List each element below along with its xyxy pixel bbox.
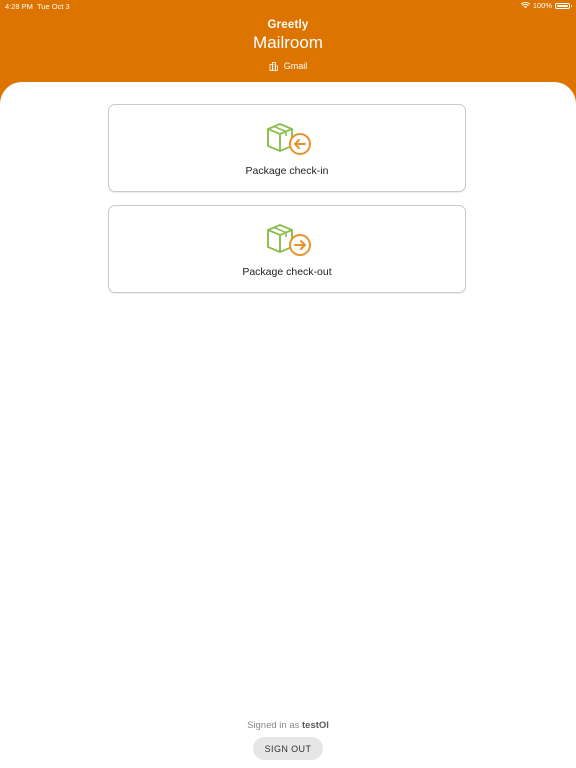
signed-in-username: testOl	[302, 720, 329, 731]
signed-in-status: Signed in as testOl	[0, 720, 576, 731]
account-location: Gmail	[0, 61, 576, 71]
signed-in-prefix: Signed in as	[247, 720, 300, 731]
status-date: Tue Oct 3	[37, 2, 70, 11]
main-content: Package check-in Package check-out	[0, 82, 576, 768]
battery-level	[557, 4, 568, 7]
package-check-in-label: Package check-in	[245, 165, 329, 177]
status-time: 4:28 PM	[5, 2, 33, 11]
package-check-in-card[interactable]: Package check-in	[108, 104, 466, 192]
status-bar: 4:28 PM Tue Oct 3 100%	[0, 0, 576, 12]
wifi-icon	[520, 2, 530, 9]
building-icon	[269, 61, 278, 71]
page-title: Mailroom	[253, 33, 323, 52]
battery-percent: 100%	[532, 1, 552, 10]
battery-icon	[555, 2, 572, 9]
status-right: 100%	[520, 1, 572, 10]
package-check-out-icon	[267, 224, 311, 256]
brand-logo: Greetly	[267, 19, 309, 31]
sign-out-button[interactable]: SIGN OUT	[253, 737, 323, 760]
mailroom-screen: 4:28 PM Tue Oct 3 100% Greetly Mailroom	[0, 0, 576, 768]
account-name: Gmail	[283, 61, 308, 71]
package-check-out-card[interactable]: Package check-out	[108, 205, 466, 293]
package-check-out-label: Package check-out	[242, 266, 332, 278]
package-check-in-icon	[267, 123, 311, 155]
